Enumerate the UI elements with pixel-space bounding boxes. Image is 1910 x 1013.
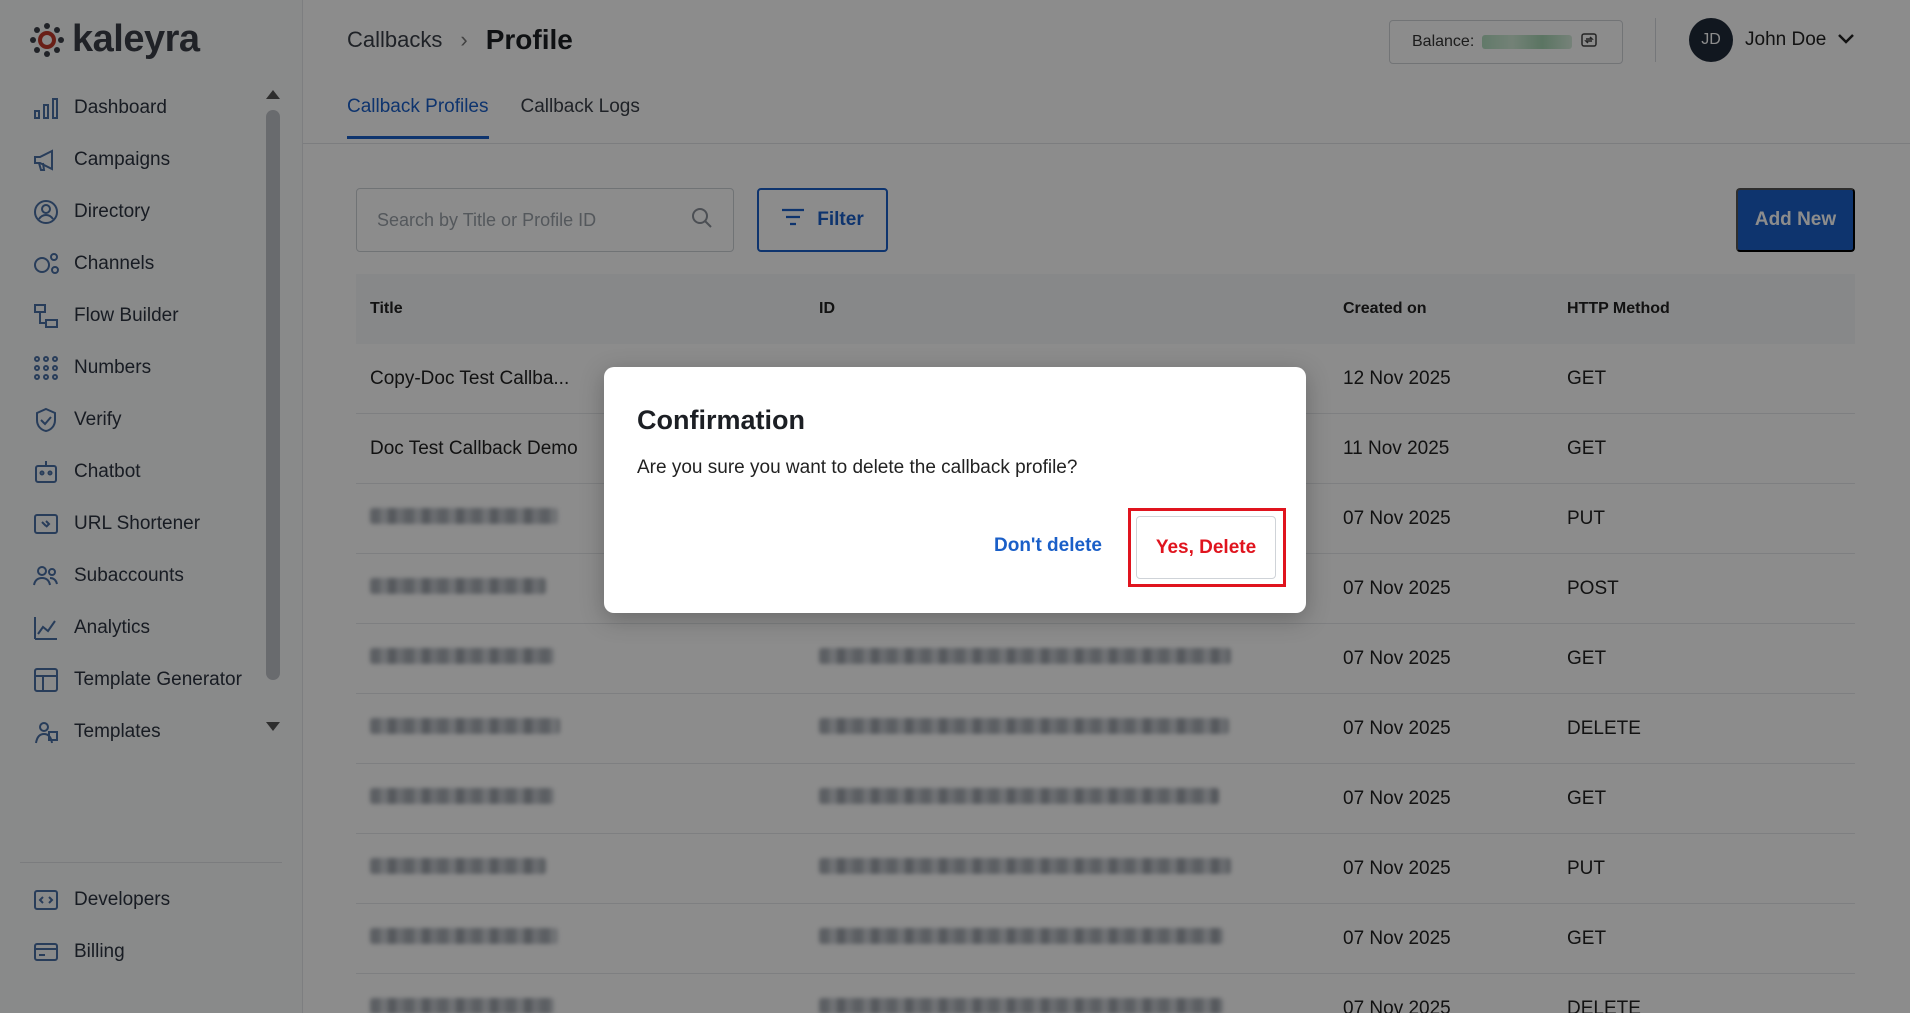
dont-delete-button[interactable]: Don't delete [994, 535, 1102, 557]
yes-delete-button[interactable]: Yes, Delete [1136, 516, 1276, 579]
dialog-message: Are you sure you want to delete the call… [637, 457, 1078, 478]
dialog-title: Confirmation [637, 405, 805, 435]
confirmation-dialog: Confirmation Are you sure you want to de… [604, 367, 1306, 613]
